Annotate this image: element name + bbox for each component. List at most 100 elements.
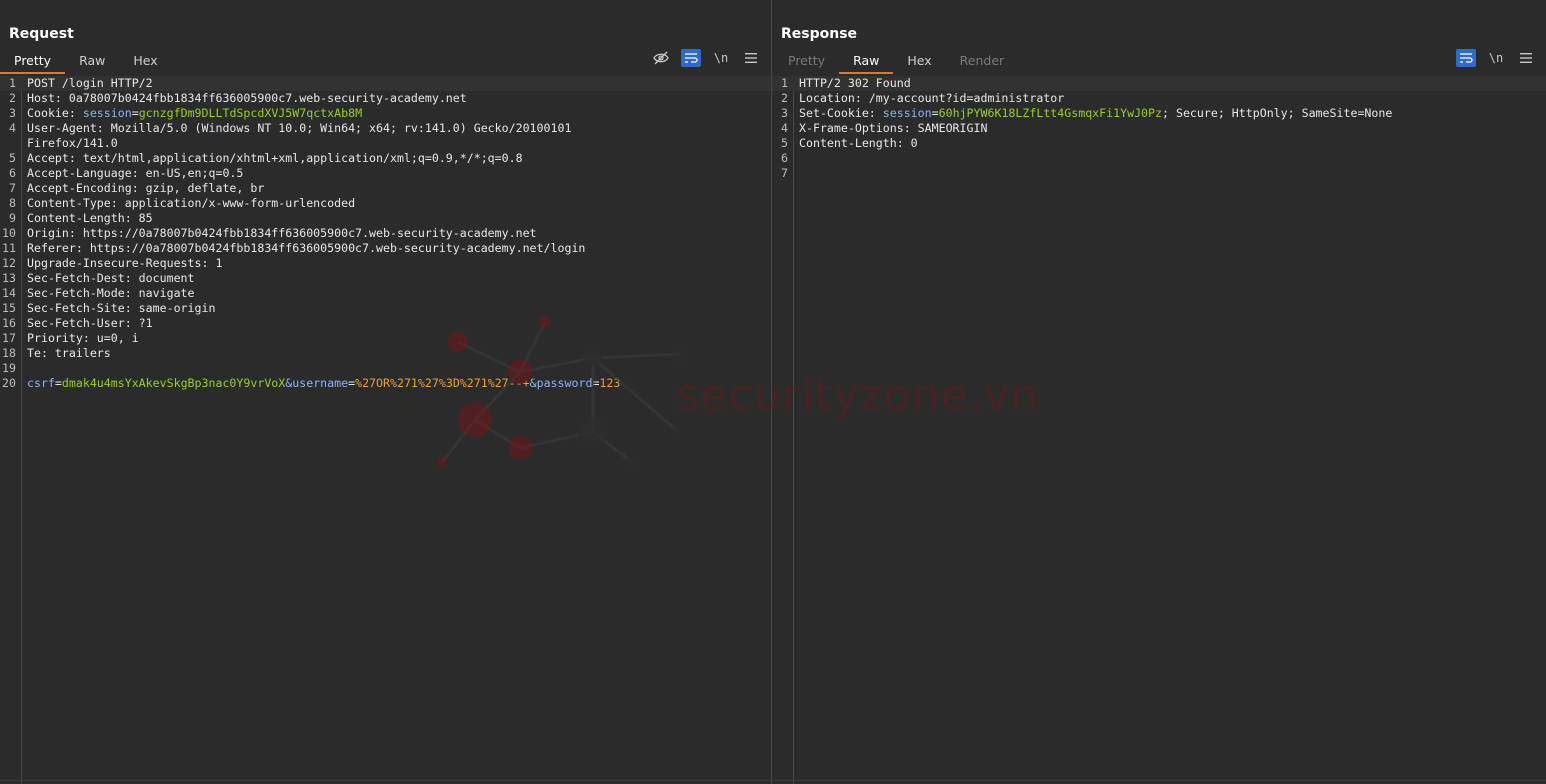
tab-raw[interactable]: Raw [839,50,894,74]
line-number: 18 [2,346,16,360]
request-lines: 1 POST /login HTTP/2 2 Host: 0a78007b0424fb… [0,76,771,391]
code-token: gcnzgfDm9DLLTdSpcdXVJ5W7qctxAb8M [138,106,363,120]
tab-hex[interactable]: Hex [119,50,171,74]
line-number: 7 [781,166,788,180]
tab-pretty[interactable]: Pretty [0,50,66,74]
code-line: 20 csrf=dmak4u4msYxAkevSkgBp3nac0Y9vrVoX&… [0,376,771,391]
line-content: Sec-Fetch-Site: same-origin [27,301,215,316]
code-token: Content-Type: application/x-www-form-url… [27,196,356,210]
code-token: 123 [599,376,621,390]
request-tabs: Pretty Raw Hex [0,50,172,74]
code-line: 14 Sec-Fetch-Mode: navigate [0,286,771,301]
line-number: 6 [781,151,788,165]
code-line: 1 HTTP/2 302 Found [772,76,1546,91]
code-token: Accept-Language: en-US,en;q=0.5 [27,166,244,180]
code-token: Sec-Fetch-Dest: document [27,271,195,285]
code-line: 2 Location: /my-account?id=administrator [772,91,1546,106]
menu-icon[interactable] [1516,49,1536,67]
code-line: 12 Upgrade-Insecure-Requests: 1 [0,256,771,271]
code-token: Host: [27,91,69,105]
line-number: 11 [2,241,16,255]
code-token: &username [285,376,349,390]
line-content: Set-Cookie: session=60hjPYW6K18LZfLtt4Gs… [799,106,1392,121]
code-token: Origin: https://0a78007b0424fbb1834ff636… [27,226,537,240]
request-tools: \n [651,49,761,67]
line-number: 4 [9,121,16,135]
line-content: Sec-Fetch-User: ?1 [27,316,153,331]
code-line: 3 Cookie: session=gcnzgfDm9DLLTdSpcdXVJ5W… [0,106,771,121]
word-wrap-icon[interactable] [1456,49,1476,67]
response-lines: 1 HTTP/2 302 Found 2 Location: /my-account?… [772,76,1546,181]
line-number: 4 [781,121,788,135]
line-content: Host: 0a78007b0424fbb1834ff636005900c7.w… [27,91,467,106]
line-number: 12 [2,256,16,270]
code-line: 10 Origin: https://0a78007b0424fbb1834ff6… [0,226,771,241]
code-line: 9 Content-Length: 85 [0,211,771,226]
line-content: Accept-Language: en-US,en;q=0.5 [27,166,243,181]
code-line: 11 Referer: https://0a78007b0424fbb1834ff… [0,241,771,256]
code-line: 4 User-Agent: Mozilla/5.0 (Windows NT 10.… [0,121,771,136]
newline-toggle[interactable]: \n [1486,49,1506,67]
line-content: Content-Length: 0 [799,136,918,151]
line-number: 3 [9,106,16,120]
line-number: 1 [781,76,788,90]
code-token: Upgrade-Insecure-Requests: 1 [27,256,223,270]
response-tools: \n [1456,49,1536,67]
code-line: 1 POST /login HTTP/2 [0,76,771,91]
line-number: 10 [2,226,16,240]
code-line: Firefox/141.0 [0,136,771,151]
line-number: 2 [781,91,788,105]
tab-hex[interactable]: Hex [893,50,945,74]
code-line: 3 Set-Cookie: session=60hjPYW6K18LZfLtt4G… [772,106,1546,121]
line-number: 17 [2,331,16,345]
request-editor[interactable]: 1 POST /login HTTP/2 2 Host: 0a78007b0424fb… [0,76,771,784]
code-token: = [54,376,62,390]
code-token: Referer: https://0a78007b0424fbb1834ff63… [27,241,586,255]
line-number: 2 [9,91,16,105]
line-content: Firefox/141.0 [27,136,118,151]
code-line: 7 [772,166,1546,181]
line-content: Sec-Fetch-Dest: document [27,271,195,286]
line-number: 20 [2,376,16,390]
code-token: Sec-Fetch-Site: same-origin [27,301,216,315]
request-pane: Request Pretty Raw Hex \n 1 POST /login H… [0,0,772,784]
code-token: X-Frame-Options: SAMEORIGIN [799,121,988,135]
tab-raw[interactable]: Raw [65,50,119,74]
line-content: Cookie: session=gcnzgfDm9DLLTdSpcdXVJ5W7… [27,106,362,121]
code-token: HTTP/2 302 Found [799,76,911,90]
code-token: Sec-Fetch-Mode: navigate [27,286,195,300]
hide-icon[interactable] [651,49,671,67]
code-token: ; Secure; HttpOnly; SameSite=None [1162,106,1393,120]
line-number: 6 [9,166,16,180]
line-content: Priority: u=0, i [27,331,139,346]
code-line: 16 Sec-Fetch-User: ?1 [0,316,771,331]
code-token: Set-Cookie: [799,106,883,120]
word-wrap-icon[interactable] [681,49,701,67]
response-editor[interactable]: 1 HTTP/2 302 Found 2 Location: /my-account?… [772,76,1546,784]
line-content: Te: trailers [27,346,111,361]
menu-icon[interactable] [741,49,761,67]
line-content: Content-Type: application/x-www-form-url… [27,196,355,211]
line-content: POST /login HTTP/2 [27,76,153,91]
response-tabs: Pretty Raw Hex Render [774,50,1018,74]
line-number: 15 [2,301,16,315]
line-content: Sec-Fetch-Mode: navigate [27,286,195,301]
line-number: 13 [2,271,16,285]
code-token: Content-Length: 0 [799,136,918,150]
tab-render[interactable]: Render [946,50,1019,74]
line-number: 5 [781,136,788,150]
newline-toggle[interactable]: \n [711,49,731,67]
code-line: 17 Priority: u=0, i [0,331,771,346]
code-line: 19 [0,361,771,376]
code-line: 15 Sec-Fetch-Site: same-origin [0,301,771,316]
code-token: dmak4u4msYxAkevSkgBp3nac0Y9vrVoX [61,376,286,390]
line-content: Location: /my-account?id=administrator [799,91,1064,106]
code-token: Sec-Fetch-User: ?1 [27,316,153,330]
tab-pretty[interactable]: Pretty [774,50,839,74]
code-line: 18 Te: trailers [0,346,771,361]
code-line: 5 Accept: text/html,application/xhtml+xml… [0,151,771,166]
line-content: User-Agent: Mozilla/5.0 (Windows NT 10.0… [27,121,571,136]
code-token: session [882,106,932,120]
line-content: csrf=dmak4u4msYxAkevSkgBp3nac0Y9vrVoX&us… [27,376,620,391]
code-line: 5 Content-Length: 0 [772,136,1546,151]
